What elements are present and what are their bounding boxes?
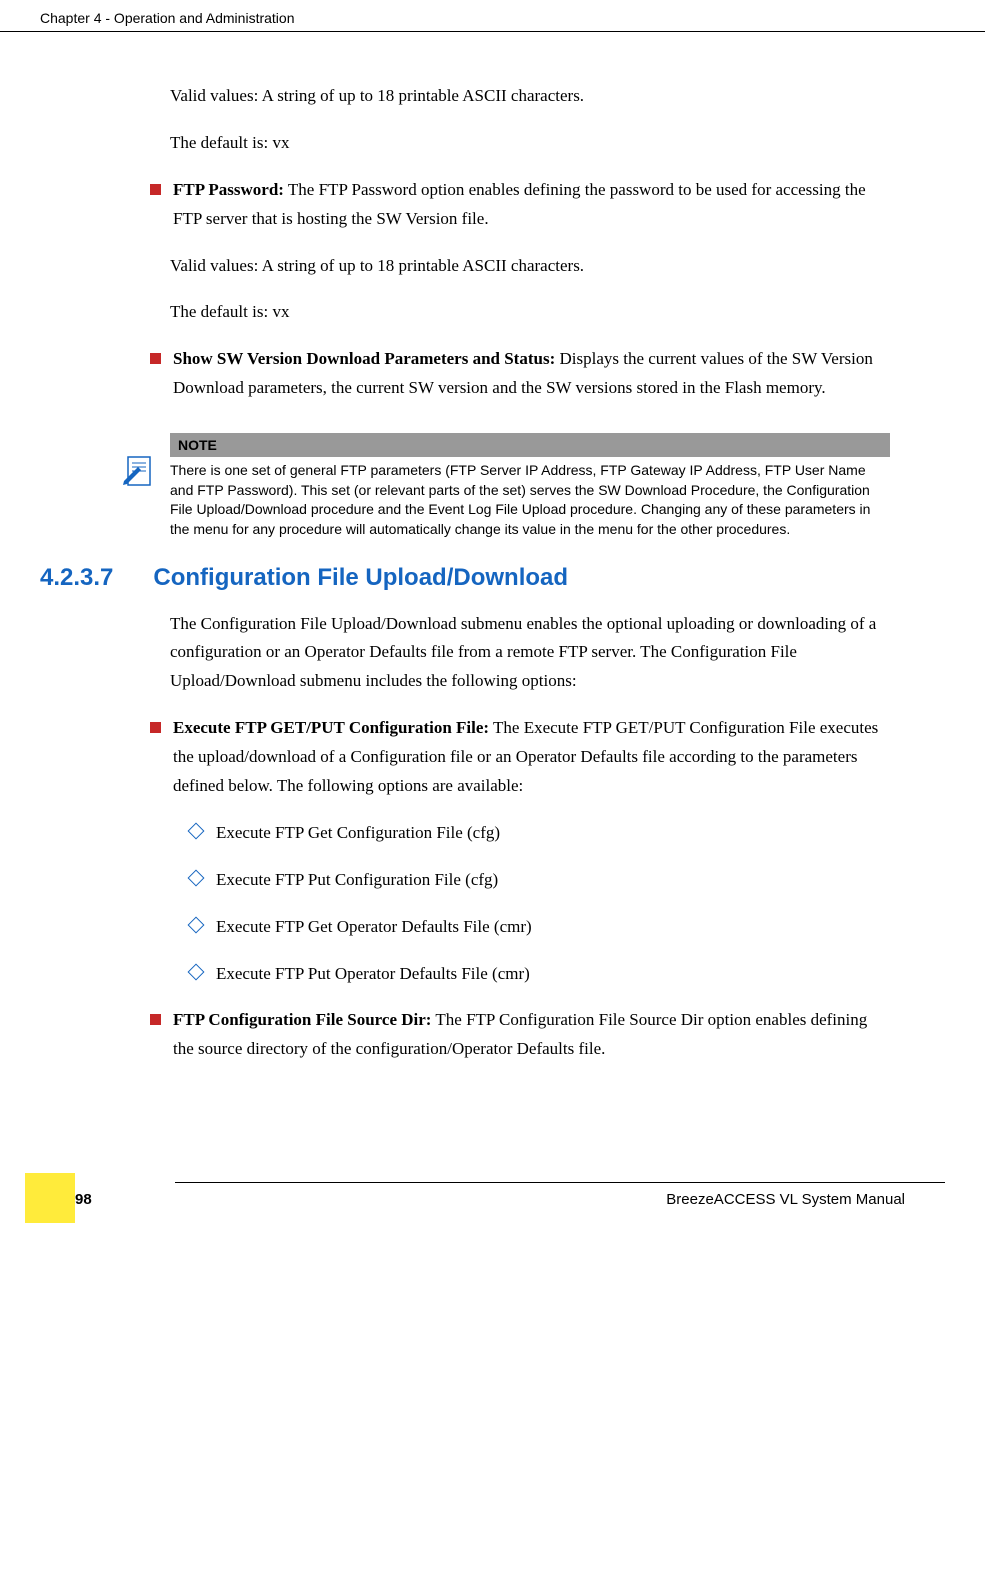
yellow-accent bbox=[25, 1173, 75, 1223]
valid-values-text: Valid values: A string of up to 18 print… bbox=[170, 82, 890, 111]
diamond-icon bbox=[188, 822, 205, 839]
bullet-square-icon bbox=[150, 1014, 161, 1025]
note-body: There is one set of general FTP paramete… bbox=[170, 457, 890, 543]
bullet-text: FTP Password: The FTP Password option en… bbox=[173, 176, 890, 234]
sub-item-1: Execute FTP Get Configuration File (cfg) bbox=[190, 819, 890, 848]
manual-title: BreezeACCESS VL System Manual bbox=[40, 1191, 945, 1208]
bullet-ftp-password: FTP Password: The FTP Password option en… bbox=[150, 176, 890, 234]
bullet-square-icon bbox=[150, 722, 161, 733]
bullet-text: Show SW Version Download Parameters and … bbox=[173, 345, 890, 403]
note-content: NOTE There is one set of general FTP par… bbox=[170, 433, 890, 543]
main-content: Valid values: A string of up to 18 print… bbox=[0, 32, 985, 1102]
valid-values-text-2: Valid values: A string of up to 18 print… bbox=[170, 252, 890, 281]
default-text-2: The default is: vx bbox=[170, 298, 890, 327]
section-heading: 4.2.3.7 Configuration File Upload/Downlo… bbox=[40, 564, 890, 592]
show-sw-label: Show SW Version Download Parameters and … bbox=[173, 349, 555, 368]
section-intro: The Configuration File Upload/Download s… bbox=[170, 610, 890, 697]
section-number: 4.2.3.7 bbox=[40, 564, 113, 592]
footer-divider bbox=[175, 1182, 945, 1183]
page-footer: BreezeACCESS VL System Manual 98 bbox=[0, 1182, 985, 1238]
page-header: Chapter 4 - Operation and Administration bbox=[0, 0, 985, 32]
execute-ftp-label: Execute FTP GET/PUT Configuration File: bbox=[173, 718, 489, 737]
diamond-icon bbox=[188, 916, 205, 933]
note-box: NOTE There is one set of general FTP par… bbox=[120, 433, 890, 543]
diamond-icon bbox=[188, 869, 205, 886]
sub-item-3: Execute FTP Get Operator Defaults File (… bbox=[190, 913, 890, 942]
bullet-text: FTP Configuration File Source Dir: The F… bbox=[173, 1006, 890, 1064]
sub-text: Execute FTP Put Configuration File (cfg) bbox=[216, 866, 498, 895]
sub-text: Execute FTP Get Operator Defaults File (… bbox=[216, 913, 532, 942]
note-header: NOTE bbox=[170, 433, 890, 457]
bullet-show-sw: Show SW Version Download Parameters and … bbox=[150, 345, 890, 403]
section-title: Configuration File Upload/Download bbox=[153, 564, 568, 592]
ftp-password-label: FTP Password: bbox=[173, 180, 284, 199]
bullet-execute-ftp: Execute FTP GET/PUT Configuration File: … bbox=[150, 714, 890, 801]
note-icon bbox=[120, 451, 160, 491]
default-text: The default is: vx bbox=[170, 129, 890, 158]
sub-text: Execute FTP Get Configuration File (cfg) bbox=[216, 819, 500, 848]
bullet-text: Execute FTP GET/PUT Configuration File: … bbox=[173, 714, 890, 801]
bullet-ftp-source: FTP Configuration File Source Dir: The F… bbox=[150, 1006, 890, 1064]
ftp-source-label: FTP Configuration File Source Dir: bbox=[173, 1010, 431, 1029]
bullet-square-icon bbox=[150, 184, 161, 195]
sub-item-2: Execute FTP Put Configuration File (cfg) bbox=[190, 866, 890, 895]
chapter-title: Chapter 4 - Operation and Administration bbox=[40, 10, 294, 26]
sub-item-4: Execute FTP Put Operator Defaults File (… bbox=[190, 960, 890, 989]
page-number: 98 bbox=[75, 1191, 92, 1208]
diamond-icon bbox=[188, 963, 205, 980]
sub-text: Execute FTP Put Operator Defaults File (… bbox=[216, 960, 530, 989]
bullet-square-icon bbox=[150, 353, 161, 364]
